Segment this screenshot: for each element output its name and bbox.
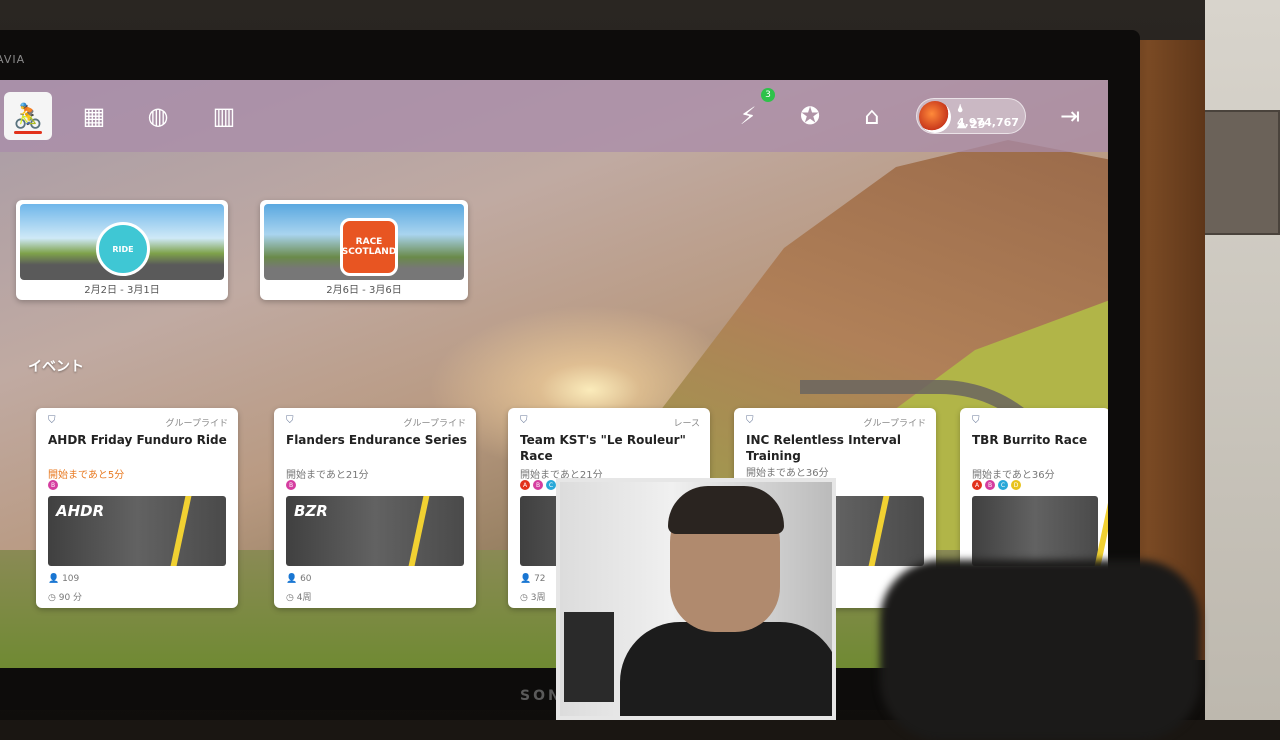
foreground-object (880, 560, 1200, 740)
event-brand-logo: BZR (294, 502, 328, 520)
road-stripe (170, 496, 192, 566)
event-duration: ◷ 3周 (520, 593, 546, 603)
promo-art: RIDE (20, 204, 224, 280)
event-card[interactable]: ⛉ グループライド Flanders Endurance Series 開始まであと2… (274, 408, 476, 608)
globe-icon: ◍ (147, 102, 169, 130)
category-badge: B (286, 480, 296, 490)
event-categories: B (286, 480, 296, 490)
chart-icon: ▥ (212, 102, 236, 130)
promo-card[interactable]: RACE SCOTLAND 2月6日 - 3月6日 (260, 200, 468, 300)
rider-count: 109 (62, 574, 80, 584)
event-duration: ◷ 4周 (286, 593, 312, 603)
category-badge: C (998, 480, 1008, 490)
promo-logo: RACE SCOTLAND (340, 218, 398, 276)
wall (1205, 0, 1280, 720)
category-badge: A (520, 480, 530, 490)
event-start-time: 開始まであと36分 (972, 470, 1055, 481)
bike-icon: 🚴 (13, 102, 43, 130)
garage-button[interactable]: ⌂ (848, 92, 896, 140)
event-type-icon: ⛉ (972, 415, 980, 426)
nav-world-tab[interactable]: ◍ (134, 92, 182, 140)
category-badge: D (1011, 480, 1021, 490)
nav-ride-tab[interactable]: 🚴 (4, 92, 52, 140)
event-brand-logo: AHDR (56, 502, 105, 520)
event-start-time: 開始まであと21分 (286, 470, 369, 481)
profile-button[interactable]: 🌢 4,974,767 ⛰ 29 (916, 98, 1026, 134)
event-start-time: 開始まであと36分 (746, 468, 829, 479)
event-riders: 👤 109 (48, 574, 80, 584)
tv-model-label: AVIA (0, 53, 26, 66)
event-type-icon: ⛉ (48, 415, 56, 426)
event-start-time: 開始まであと5分 (48, 470, 125, 481)
wall-shelf (1198, 110, 1280, 235)
event-title: Flanders Endurance Series (286, 433, 467, 447)
promo-art: RACE SCOTLAND (264, 204, 464, 280)
category-badge: A (972, 480, 982, 490)
promo-card[interactable]: RIDE 2月2日 - 3月1日 (16, 200, 228, 300)
event-categories: ABCD (972, 480, 1021, 490)
nav-calendar-tab[interactable]: ▦ (70, 92, 118, 140)
rider-count: 72 (534, 574, 546, 584)
person-hair (668, 486, 784, 534)
medal-icon: ✪ (799, 102, 821, 130)
plug-icon: ⚡ (739, 102, 757, 130)
event-image: AHDR (48, 496, 226, 566)
level-indicator: ⛰ 29 (957, 118, 986, 131)
event-type: グループライド (165, 419, 228, 429)
promo-logo: RIDE (96, 222, 150, 276)
achievements-button[interactable]: ✪ (786, 92, 834, 140)
event-type: グループライド (863, 419, 926, 429)
road-stripe (868, 496, 890, 566)
exit-door-icon: ⇥ (1059, 102, 1081, 130)
rider-count: 60 (300, 574, 312, 584)
event-title: INC Relentless Interval Training (746, 433, 901, 463)
event-riders: 👤 60 (286, 574, 312, 584)
event-type-icon: ⛉ (746, 415, 754, 426)
category-badge: B (48, 480, 58, 490)
event-type: グループライド (403, 419, 466, 429)
event-image: BZR (286, 496, 464, 566)
category-badge: C (546, 480, 556, 490)
events-section-title: イベント (28, 359, 84, 375)
avatar (919, 101, 951, 133)
event-type-icon: ⛉ (286, 415, 294, 426)
event-card[interactable]: ⛉ グループライド AHDR Friday Funduro Ride 開始まであと5分… (36, 408, 238, 608)
event-duration: ◷ 90 分 (48, 593, 83, 603)
duration-value: 90 分 (58, 593, 83, 603)
duration-value: 4周 (296, 593, 312, 603)
event-riders: 👤 72 (520, 574, 546, 584)
event-categories: B (48, 480, 58, 490)
road-stripe (1094, 496, 1108, 566)
road-stripe (408, 496, 430, 566)
top-navigation-bar: 🚴 ▦ ◍ ▥ ⚡ 3 ✪ ⌂ 🌢 4,974,767 ⛰ 29 ⇥ (0, 80, 1108, 152)
equipment (564, 612, 614, 702)
category-badge: B (985, 480, 995, 490)
nav-stats-tab[interactable]: ▥ (200, 92, 248, 140)
event-title: AHDR Friday Funduro Ride (48, 433, 227, 447)
webcam-mirror (556, 478, 836, 720)
garage-icon: ⌂ (864, 102, 880, 130)
exit-button[interactable]: ⇥ (1046, 92, 1094, 140)
event-title: Team KST's "Le Rouleur" Race (520, 433, 686, 463)
category-badge: B (533, 480, 543, 490)
promo-date: 2月2日 - 3月1日 (84, 285, 160, 296)
event-type: レース (673, 419, 700, 429)
duration-value: 3周 (530, 593, 546, 603)
calendar-icon: ▦ (82, 102, 106, 130)
pairing-count-badge: 3 (761, 88, 775, 102)
promo-date: 2月6日 - 3月6日 (326, 285, 402, 296)
event-image (972, 496, 1108, 566)
event-title: TBR Burrito Race (972, 433, 1088, 447)
event-type-icon: ⛉ (520, 415, 528, 426)
person-body (620, 622, 832, 716)
